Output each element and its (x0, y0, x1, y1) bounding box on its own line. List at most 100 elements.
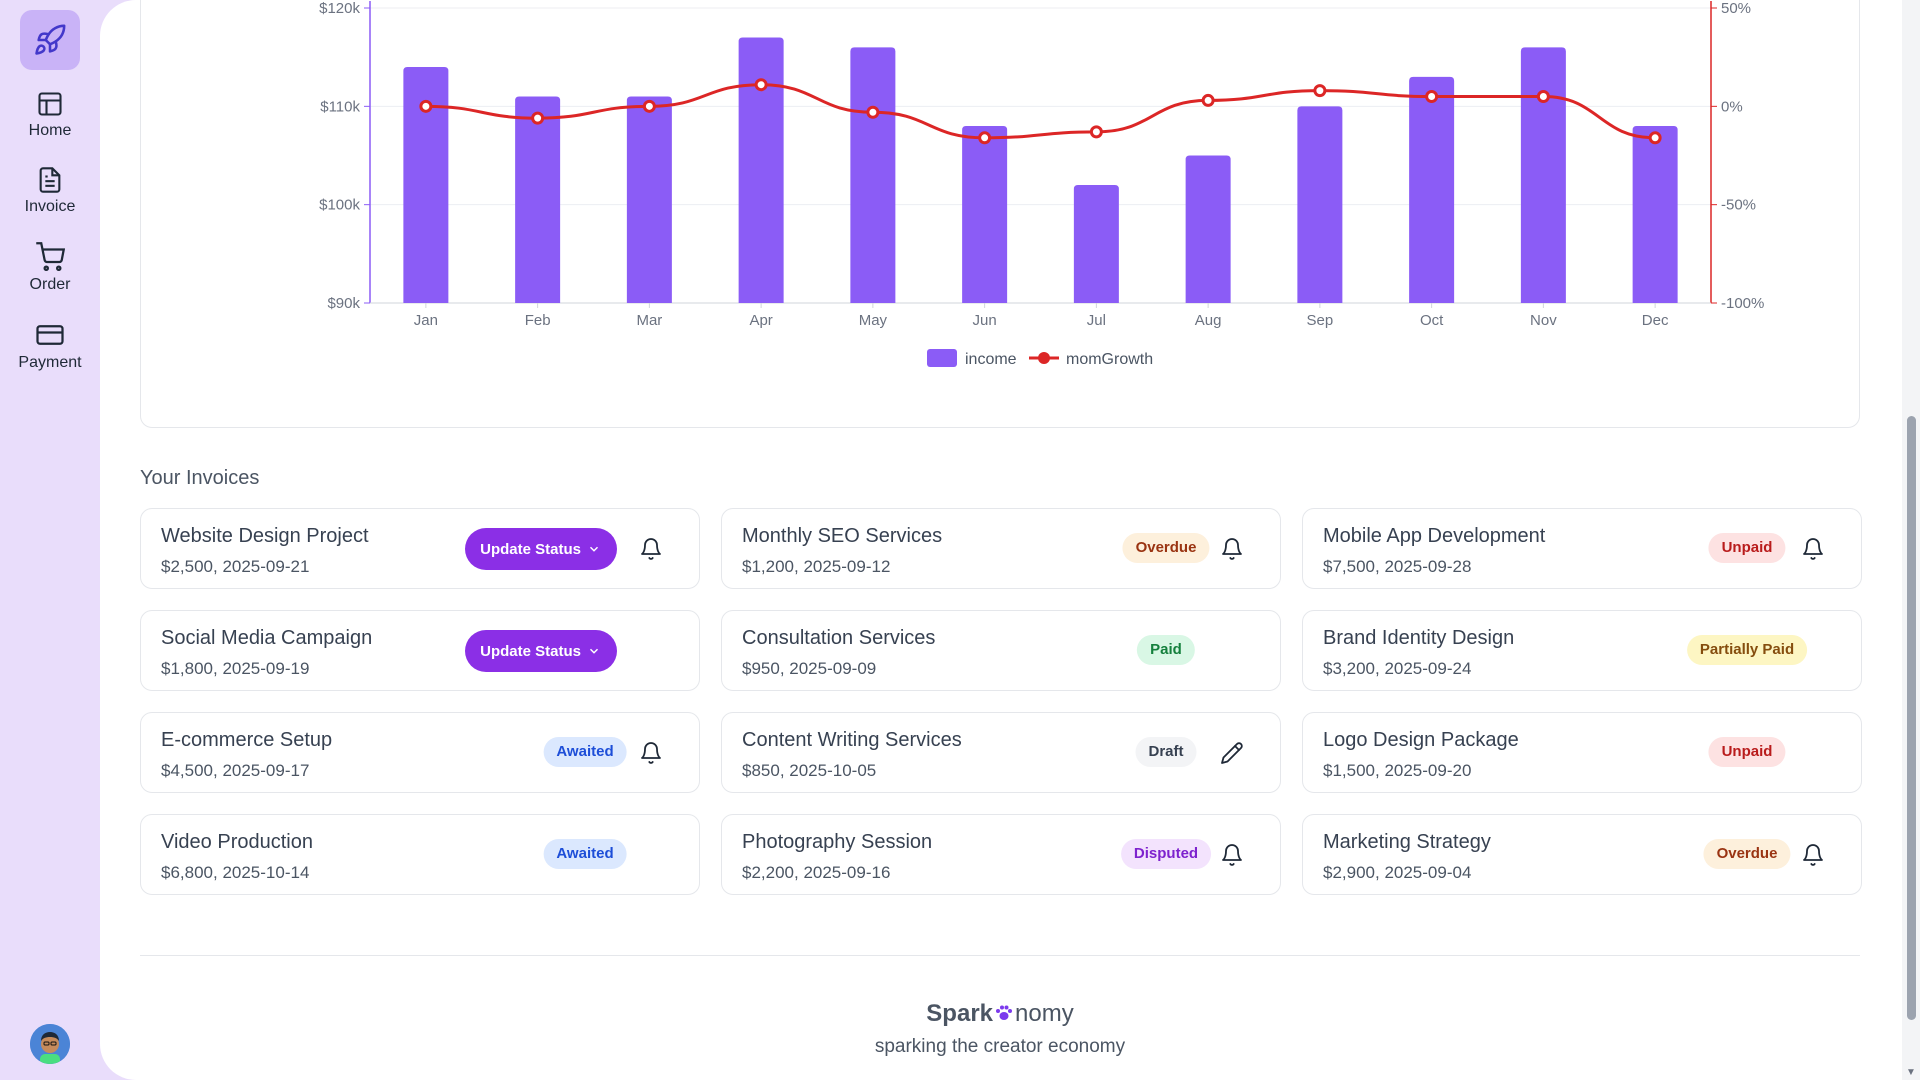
mom-growth-point (1536, 90, 1550, 103)
mom-growth-point (754, 78, 768, 92)
mom-growth-point (531, 111, 545, 125)
sidebar-item-label: Home (28, 122, 72, 139)
brand-name-right: nomy (1015, 1000, 1074, 1027)
legend-income-label: income (965, 351, 1017, 368)
mom-growth-line (425, 83, 1656, 140)
invoice-amount-date: $6,800, 2025-10-14 (161, 863, 310, 882)
section-title: Your Invoices (140, 467, 260, 489)
invoice-title: Marketing Strategy (1323, 831, 1491, 853)
app-logo[interactable] (20, 10, 80, 70)
legend-income-swatch (927, 349, 957, 367)
invoice-title: Social Media Campaign (161, 627, 373, 649)
paw-icon (996, 1005, 1012, 1020)
y-left-tick-label: $90k (327, 295, 360, 312)
bell-icon[interactable] (639, 741, 663, 765)
layout-icon (38, 92, 62, 116)
invoice-card[interactable]: Website Design Project $2,500, 2025-09-21… (140, 508, 700, 589)
brand-logo: Spark nomy (140, 1000, 1860, 1028)
y-right-tick-label: -50% (1721, 197, 1756, 214)
legend-growth-marker (1038, 352, 1050, 364)
footer-divider (140, 955, 1860, 956)
invoice-amount-date: $2,500, 2025-09-21 (161, 557, 310, 576)
status-badge: Partially Paid (1686, 635, 1808, 665)
sidebar: Home Invoice Order Payment (0, 0, 100, 1080)
x-tick-label: Jan (414, 312, 438, 329)
status-badge: Paid (1137, 635, 1195, 665)
invoice-amount-date: $7,500, 2025-09-28 (1323, 557, 1472, 576)
invoice-title: Logo Design Package (1323, 729, 1519, 751)
document-icon (39, 167, 61, 193)
status-badge: Awaited (543, 737, 627, 767)
avatar[interactable] (30, 1024, 70, 1064)
invoice-title: Monthly SEO Services (742, 525, 943, 547)
x-tick-label: Dec (1642, 312, 1669, 329)
invoice-card[interactable]: Video Production $6,800, 2025-10-14 Awaite… (140, 814, 700, 895)
status-badge: Disputed (1120, 839, 1212, 869)
x-tick-label: Nov (1530, 312, 1557, 329)
invoice-amount-date: $2,200, 2025-09-16 (742, 863, 891, 882)
invoice-grid: Website Design Project $2,500, 2025-09-21… (140, 508, 1862, 895)
mom-growth-point (1089, 125, 1103, 139)
income-bar (515, 96, 561, 303)
x-tick-label: Feb (525, 312, 551, 329)
x-tick-label: Jul (1087, 312, 1106, 329)
invoice-amount-date: $850, 2025-10-05 (742, 761, 877, 780)
update-status-label: Update Status (480, 540, 581, 558)
sidebar-item-home[interactable]: Home (5, 84, 95, 146)
sidebar-item-payment[interactable]: Payment (5, 314, 95, 378)
pencil-icon[interactable] (1220, 741, 1244, 765)
sidebar-item-invoice[interactable]: Invoice (5, 160, 95, 222)
income-chart-card: $90k $100k $110k $120k -100% -50% 0% 50% Jan Feb M… (140, 0, 1860, 428)
scrollbar-thumb[interactable] (1907, 416, 1916, 1020)
invoice-title: E-commerce Setup (161, 729, 333, 751)
invoice-card[interactable]: Mobile App Development $7,500, 2025-09-28… (1302, 508, 1862, 589)
card-icon (36, 325, 64, 345)
update-status-label: Update Status (480, 642, 581, 660)
chevron-down-icon (589, 648, 599, 654)
income-bar (850, 47, 896, 304)
invoice-amount-date: $3,200, 2025-09-24 (1323, 659, 1472, 678)
invoice-card[interactable]: Monthly SEO Services $1,200, 2025-09-12 Ov… (721, 508, 1281, 589)
scrollbar[interactable]: ▼ (1902, 0, 1920, 1080)
status-badge: Overdue (1122, 533, 1210, 563)
invoice-card[interactable]: E-commerce Setup $4,500, 2025-09-17 Awaite… (140, 712, 700, 793)
rocket-icon (35, 24, 66, 55)
sidebar-item-order[interactable]: Order (5, 236, 95, 300)
status-badge: Awaited (543, 839, 627, 869)
bell-icon[interactable] (1801, 843, 1825, 867)
bell-icon[interactable] (1220, 843, 1244, 867)
invoice-title: Mobile App Development (1323, 525, 1546, 547)
bell-icon[interactable] (639, 537, 663, 561)
invoice-amount-date: $1,200, 2025-09-12 (742, 557, 891, 576)
y-left-tick-label: $110k (320, 98, 360, 115)
scroll-down-arrow-icon[interactable]: ▼ (1906, 1067, 1916, 1078)
invoice-card[interactable]: Logo Design Package $1,500, 2025-09-20 Unp… (1302, 712, 1862, 793)
x-tick-label: Oct (1420, 312, 1444, 329)
bell-icon[interactable] (1801, 537, 1825, 561)
tagline: sparking the creator economy (874, 1036, 1126, 1057)
invoice-card[interactable]: Consultation Services $950, 2025-09-09 Pai… (721, 610, 1281, 691)
invoice-card[interactable]: Brand Identity Design $3,200, 2025-09-24 P… (1302, 610, 1862, 691)
brand-name-left: Spark (926, 1000, 993, 1027)
mom-growth-point (1201, 93, 1215, 107)
bell-icon[interactable] (1220, 537, 1244, 561)
update-status-button[interactable]: Update Status (465, 630, 617, 672)
mom-growth-point (419, 99, 433, 113)
invoice-amount-date: $950, 2025-09-09 (742, 659, 877, 678)
invoice-card[interactable]: Marketing Strategy $2,900, 2025-09-04 Over… (1302, 814, 1862, 895)
income-bar (1297, 106, 1343, 303)
invoice-card[interactable]: Social Media Campaign $1,800, 2025-09-19 U… (140, 610, 700, 691)
main-content: $90k $100k $110k $120k -100% -50% 0% 50% Jan Feb M… (100, 0, 1920, 1080)
invoice-card[interactable]: Content Writing Services $850, 2025-10-05… (721, 712, 1281, 793)
invoice-title: Brand Identity Design (1323, 627, 1515, 649)
y-left-tick-label: $100k (319, 197, 360, 214)
update-status-button[interactable]: Update Status (465, 528, 617, 570)
x-tick-label: Mar (636, 312, 662, 329)
invoice-card[interactable]: Photography Session $2,200, 2025-09-16 Dis… (721, 814, 1281, 895)
y-right-tick-label: 50% (1721, 1, 1751, 17)
mom-growth-point (1425, 90, 1439, 103)
status-badge: Draft (1135, 737, 1197, 767)
mom-growth-point (1313, 84, 1327, 98)
invoice-title: Consultation Services (742, 627, 936, 649)
sidebar-item-label: Order (29, 276, 71, 293)
